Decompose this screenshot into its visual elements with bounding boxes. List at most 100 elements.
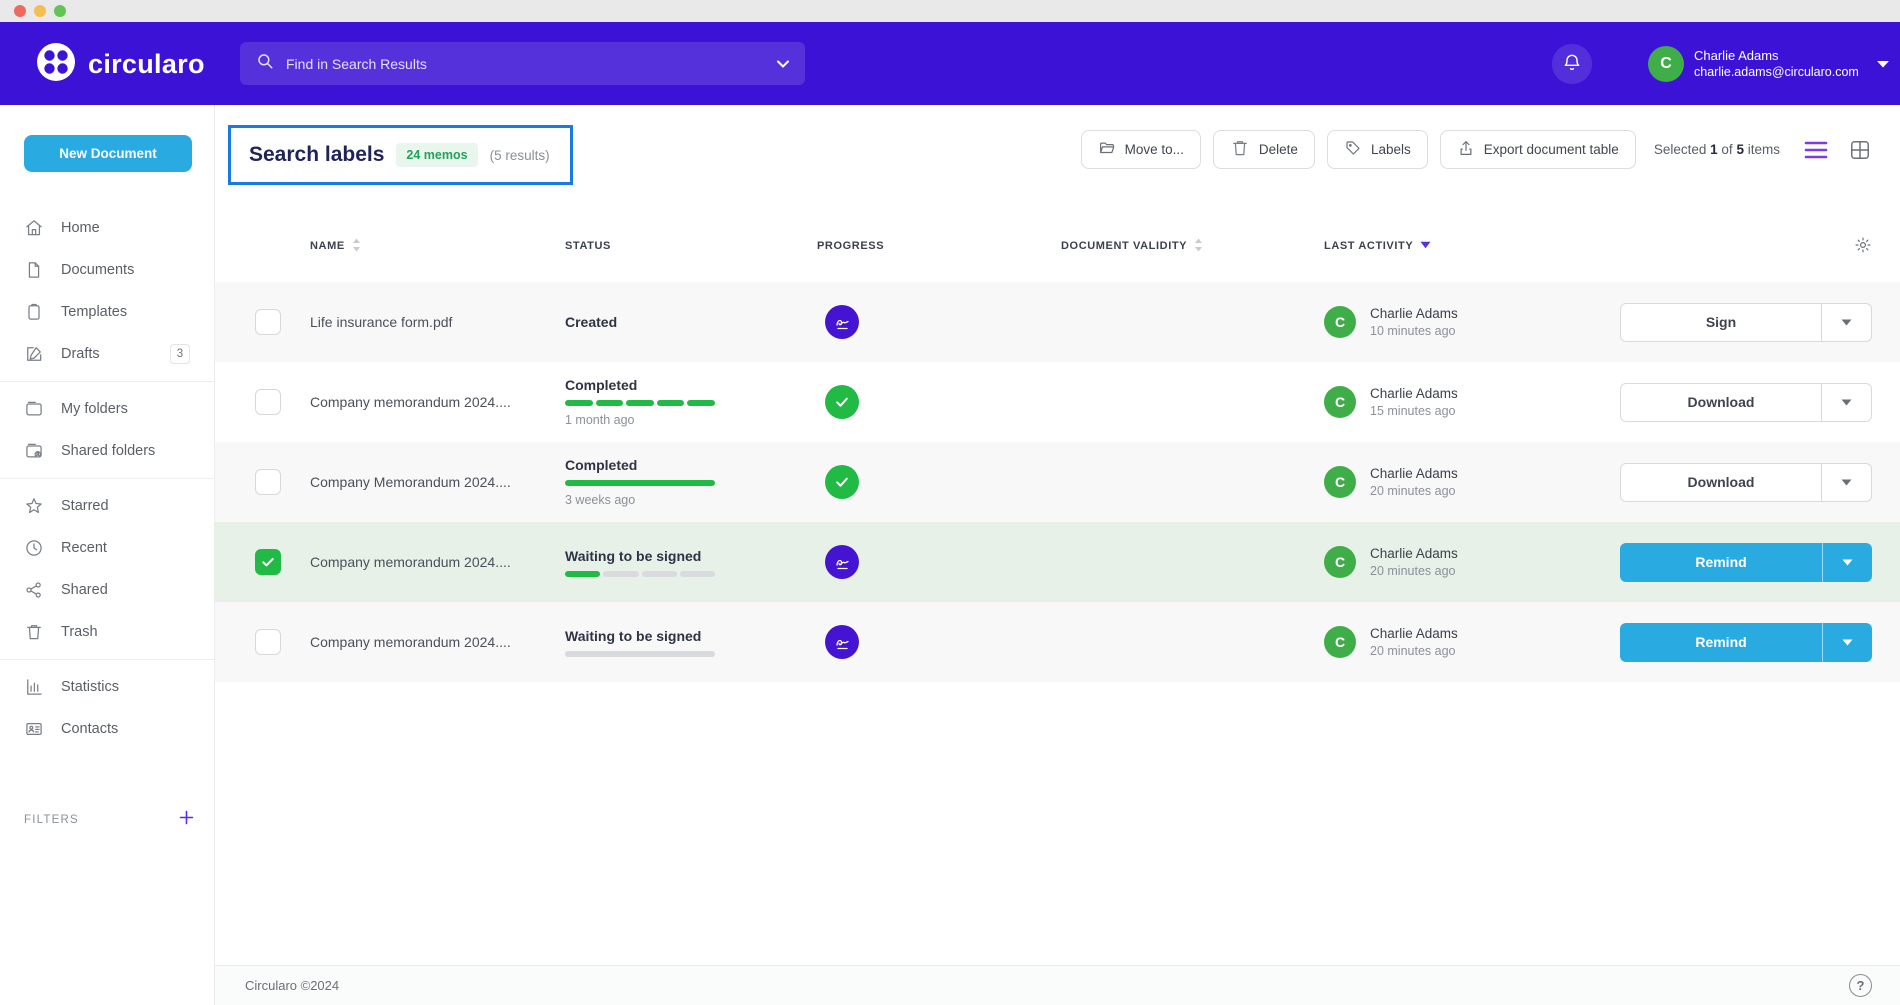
main-content: Search labels 24 memos (5 results) Move … (215, 105, 1900, 1005)
sidebar-item-label: Home (61, 220, 100, 236)
document-name[interactable]: Company Memorandum 2024.... (310, 474, 565, 490)
completed-check-icon (825, 465, 859, 499)
move-to-button[interactable]: Move to... (1081, 130, 1201, 169)
action-dropdown-caret[interactable] (1821, 304, 1871, 341)
document-icon (24, 260, 44, 280)
page-title-box: Search labels 24 memos (5 results) (228, 125, 573, 185)
row-checkbox[interactable] (255, 469, 281, 495)
clock-icon (24, 538, 44, 558)
minimize-window-button[interactable] (34, 5, 46, 17)
sidebar: New Document HomeDocumentsTemplatesDraft… (0, 105, 215, 1005)
sidebar-item-label: Drafts (61, 346, 100, 362)
maximize-window-button[interactable] (54, 5, 66, 17)
sidebar-item-label: My folders (61, 401, 128, 417)
sidebar-item-trash[interactable]: Trash (0, 611, 214, 653)
tag-icon (1344, 139, 1362, 160)
table-header-row: NAMESTATUSPROGRESSDOCUMENT VALIDITYLAST … (215, 225, 1900, 267)
sidebar-item-drafts[interactable]: Drafts 3 (0, 333, 214, 375)
column-header-status: STATUS (565, 240, 817, 252)
activity-avatar: C (1324, 386, 1356, 418)
document-name[interactable]: Company memorandum 2024.... (310, 394, 565, 410)
activity-time: 20 minutes ago (1370, 484, 1458, 498)
activity-time: 10 minutes ago (1370, 324, 1458, 338)
add-filter-button[interactable] (179, 810, 194, 830)
table-row[interactable]: Company memorandum 2024....Completed1 mo… (215, 362, 1900, 442)
trash-icon (24, 622, 44, 642)
column-header-name[interactable]: NAME (310, 238, 565, 255)
activity-time: 20 minutes ago (1370, 564, 1458, 578)
selection-summary: Selected 1 of 5 items (1654, 142, 1780, 157)
close-window-button[interactable] (14, 5, 26, 17)
row-checkbox[interactable] (255, 629, 281, 655)
remind-split-button: Remind (1620, 623, 1872, 662)
signature-required-icon (825, 625, 859, 659)
progress-bar (565, 480, 715, 486)
document-status: Completed (565, 377, 817, 393)
notifications-button[interactable] (1552, 44, 1592, 84)
activity-avatar: C (1324, 306, 1356, 338)
table-row[interactable]: Life insurance form.pdfCreatedCCharlie A… (215, 282, 1900, 362)
column-header-document-validity[interactable]: DOCUMENT VALIDITY (1061, 238, 1324, 255)
user-avatar: C (1648, 46, 1684, 82)
action-dropdown-caret[interactable] (1822, 623, 1872, 662)
activity-user-name: Charlie Adams (1370, 306, 1458, 321)
row-checkbox[interactable] (255, 549, 281, 575)
brand-name: circularo (88, 49, 205, 80)
download-button[interactable]: Download (1621, 464, 1821, 501)
window-titlebar (0, 0, 1900, 22)
help-button[interactable]: ? (1849, 974, 1872, 997)
drafts-count-badge: 3 (170, 344, 190, 364)
sidebar-item-documents[interactable]: Documents (0, 249, 214, 291)
labels-button[interactable]: Labels (1327, 130, 1428, 169)
new-document-button[interactable]: New Document (24, 135, 192, 172)
global-search-input[interactable]: Find in Search Results (240, 42, 805, 85)
sidebar-item-templates[interactable]: Templates (0, 291, 214, 333)
signature-required-icon (825, 545, 859, 579)
search-icon (256, 52, 274, 75)
sidebar-item-recent[interactable]: Recent (0, 527, 214, 569)
table-row[interactable]: Company memorandum 2024....Waiting to be… (215, 602, 1900, 682)
sidebar-item-statistics[interactable]: Statistics (0, 666, 214, 708)
sidebar-item-label: Statistics (61, 679, 119, 695)
action-dropdown-caret[interactable] (1821, 384, 1871, 421)
sidebar-item-my-folders[interactable]: My folders (0, 388, 214, 430)
activity-time: 20 minutes ago (1370, 644, 1458, 658)
sidebar-item-shared[interactable]: Shared (0, 569, 214, 611)
trash-icon (1230, 138, 1250, 161)
action-dropdown-caret[interactable] (1821, 464, 1871, 501)
sign-button[interactable]: Sign (1621, 304, 1821, 341)
download-button[interactable]: Download (1621, 384, 1821, 421)
table-row[interactable]: Company Memorandum 2024....Completed3 we… (215, 442, 1900, 522)
download-split-button: Download (1620, 463, 1872, 502)
share-icon (24, 580, 44, 600)
remind-button[interactable]: Remind (1620, 543, 1822, 582)
table-row[interactable]: Company memorandum 2024....Waiting to be… (215, 522, 1900, 602)
table-settings-gear-icon[interactable] (1854, 236, 1872, 257)
search-dropdown-caret-icon[interactable] (777, 55, 789, 73)
filters-label: FILTERS (24, 814, 79, 826)
user-menu-caret-icon (1877, 55, 1889, 73)
shared-folder-icon (24, 441, 44, 461)
row-checkbox[interactable] (255, 309, 281, 335)
brand-logo[interactable]: circularo (36, 42, 205, 87)
action-dropdown-caret[interactable] (1822, 543, 1872, 582)
sidebar-item-home[interactable]: Home (0, 207, 214, 249)
export-icon (1457, 139, 1475, 160)
sidebar-item-shared-folders[interactable]: Shared folders (0, 430, 214, 472)
user-menu[interactable]: C Charlie Adams charlie.adams@circularo.… (1648, 46, 1889, 82)
document-name[interactable]: Company memorandum 2024.... (310, 554, 565, 570)
delete-button[interactable]: Delete (1213, 130, 1315, 169)
row-checkbox[interactable] (255, 389, 281, 415)
document-toolbar: Move to... Delete Labels Export document ta… (1081, 130, 1872, 169)
bell-icon (1562, 52, 1582, 77)
document-name[interactable]: Life insurance form.pdf (310, 314, 565, 330)
sidebar-item-contacts[interactable]: Contacts (0, 708, 214, 750)
grid-view-icon[interactable] (1848, 138, 1872, 162)
list-view-icon[interactable] (1804, 138, 1828, 162)
remind-button[interactable]: Remind (1620, 623, 1822, 662)
document-name[interactable]: Company memorandum 2024.... (310, 634, 565, 650)
folder-move-icon (1098, 139, 1116, 160)
export-document-table-button[interactable]: Export document table (1440, 130, 1636, 169)
sidebar-item-starred[interactable]: Starred (0, 485, 214, 527)
column-header-last-activity[interactable]: LAST ACTIVITY (1324, 240, 1602, 252)
